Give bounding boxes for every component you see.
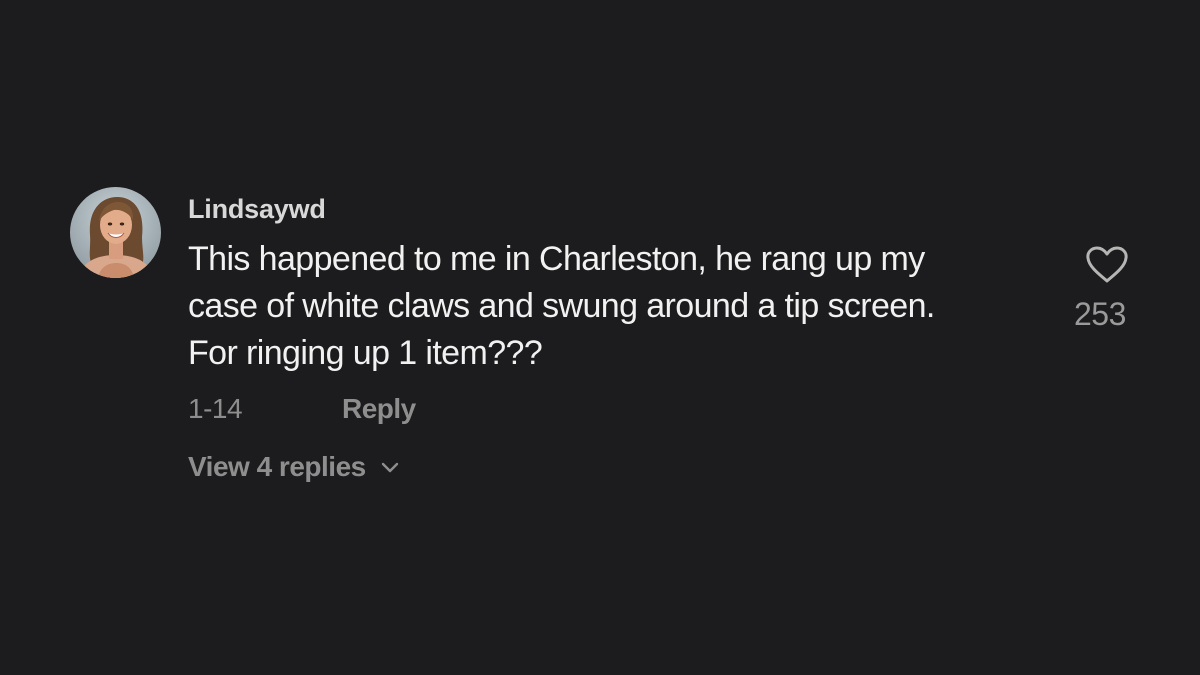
comment-date: 1-14 — [188, 393, 243, 424]
like-button[interactable] — [1083, 244, 1131, 286]
comment-item: Lindsaywd This happened to me in Charles… — [0, 0, 1200, 675]
comment-text-line: This happened to me in Charleston, he ra… — [188, 240, 925, 278]
heart-outline-icon — [1086, 246, 1128, 283]
comment-text-line: For ringing up 1 item??? — [188, 334, 543, 372]
chevron-down-icon — [381, 462, 398, 473]
comment-text-line: case of white claws and swung around a t… — [188, 287, 935, 325]
avatar-image — [70, 187, 161, 278]
avatar[interactable] — [70, 187, 161, 278]
username[interactable]: Lindsaywd — [188, 194, 326, 225]
view-replies-label: View 4 replies — [188, 451, 366, 482]
view-replies-button[interactable]: View 4 replies — [188, 451, 400, 483]
like-count: 253 — [1074, 296, 1126, 332]
reply-button[interactable]: Reply — [342, 393, 416, 425]
comment-text: This happened to me in Charleston, he ra… — [188, 236, 1058, 377]
